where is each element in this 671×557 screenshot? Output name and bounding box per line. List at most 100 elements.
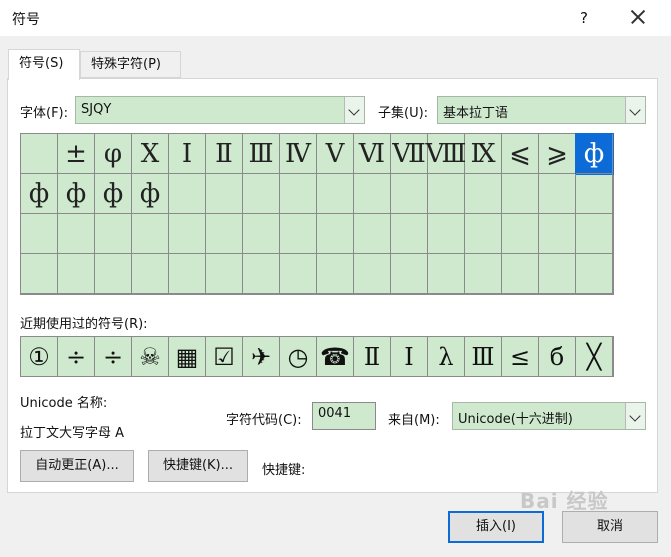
symbol-cell[interactable]: [576, 174, 613, 214]
symbol-cell[interactable]: [354, 214, 391, 254]
symbol-cell[interactable]: Ⅹ: [132, 134, 169, 174]
symbol-cell[interactable]: [465, 214, 502, 254]
symbol-cell[interactable]: Ⅸ: [465, 134, 502, 174]
symbol-cell[interactable]: Ⅱ: [206, 134, 243, 174]
symbol-cell[interactable]: [206, 214, 243, 254]
recent-symbol-cell[interactable]: ≤: [502, 337, 539, 376]
recent-symbol-cell[interactable]: ◷: [280, 337, 317, 376]
recent-symbol-cell[interactable]: ①: [21, 337, 58, 376]
close-icon[interactable]: [626, 5, 650, 29]
symbol-cell[interactable]: [317, 174, 354, 214]
font-value: SJQY: [81, 102, 112, 117]
symbol-cell[interactable]: [428, 254, 465, 294]
symbol-cell[interactable]: [280, 214, 317, 254]
symbol-cell[interactable]: [243, 214, 280, 254]
symbol-cell[interactable]: Ⅷ: [426, 134, 466, 174]
symbol-cell[interactable]: [21, 254, 58, 294]
symbol-cell[interactable]: [502, 254, 539, 294]
char-code-input[interactable]: 0041: [312, 402, 376, 430]
symbol-cell[interactable]: ⩽: [502, 134, 539, 174]
chevron-down-icon[interactable]: [625, 403, 645, 429]
unicode-name-value: 拉丁文大写字母 A: [20, 426, 125, 441]
font-dropdown[interactable]: SJQY: [75, 96, 365, 124]
symbol-cell[interactable]: [391, 174, 428, 214]
symbol-cell[interactable]: [280, 174, 317, 214]
cancel-button[interactable]: 取消: [562, 511, 658, 543]
autocorrect-button[interactable]: 自动更正(A)...: [20, 450, 134, 482]
symbol-cell[interactable]: [502, 214, 539, 254]
symbol-cell[interactable]: [21, 134, 58, 174]
tab-special-characters[interactable]: 特殊字符(P): [80, 51, 181, 78]
recent-symbol-cell[interactable]: Ⅱ: [354, 337, 391, 376]
symbol-cell[interactable]: ⩾: [539, 134, 576, 174]
symbol-cell[interactable]: ±: [58, 134, 95, 174]
shortcut-key-button[interactable]: 快捷键(K)...: [148, 450, 248, 482]
symbol-cell[interactable]: Ⅳ: [280, 134, 317, 174]
recent-symbol-cell[interactable]: ╳: [576, 337, 613, 376]
symbol-cell[interactable]: [132, 254, 169, 294]
symbol-cell[interactable]: ф: [575, 133, 614, 175]
symbol-cell[interactable]: [169, 214, 206, 254]
symbol-cell[interactable]: [391, 214, 428, 254]
symbol-grid[interactable]: ± φ Ⅹ Ⅰ Ⅱ Ⅲ Ⅳ Ⅴ Ⅵ Ⅶ Ⅷ Ⅸ ⩽ ⩾ ф ф ф ф ф: [20, 133, 614, 295]
recent-symbol-cell[interactable]: ÷: [58, 337, 95, 376]
symbol-cell[interactable]: [58, 254, 95, 294]
symbol-cell[interactable]: [132, 214, 169, 254]
symbol-cell[interactable]: [502, 174, 539, 214]
recent-symbol-cell[interactable]: ☠: [132, 337, 169, 376]
recent-symbols[interactable]: ① ÷ ÷ ☠ ▦ ☑ ✈ ◷ ☎ Ⅱ Ⅰλ Ⅲ ≤ б ╳: [20, 336, 614, 377]
recent-symbol-cell[interactable]: ÷: [95, 337, 132, 376]
chevron-down-icon[interactable]: [344, 97, 364, 123]
symbol-cell[interactable]: [428, 174, 465, 214]
symbol-cell[interactable]: [539, 254, 576, 294]
symbol-cell[interactable]: [354, 174, 391, 214]
symbol-cell[interactable]: [576, 214, 613, 254]
symbol-cell[interactable]: [169, 254, 206, 294]
insert-button[interactable]: 插入(I): [448, 511, 544, 543]
symbol-cell[interactable]: [21, 214, 58, 254]
symbol-cell[interactable]: [58, 214, 95, 254]
symbol-cell[interactable]: ф: [58, 174, 95, 214]
help-button[interactable]: ?: [572, 7, 596, 29]
symbol-cell[interactable]: [354, 254, 391, 294]
symbol-cell[interactable]: ф: [95, 174, 132, 214]
symbol-cell[interactable]: [576, 254, 613, 294]
shortcut-label: 快捷键:: [262, 463, 306, 478]
symbol-cell[interactable]: [95, 214, 132, 254]
recent-symbol-cell[interactable]: б: [539, 337, 576, 376]
recent-symbol-cell[interactable]: ✈: [243, 337, 280, 376]
symbol-cell[interactable]: Ⅴ: [317, 134, 354, 174]
recent-symbol-cell[interactable]: ☑: [206, 337, 243, 376]
symbol-cell[interactable]: [95, 254, 132, 294]
symbol-cell[interactable]: [243, 254, 280, 294]
symbol-cell[interactable]: [169, 174, 206, 214]
symbol-cell[interactable]: [206, 254, 243, 294]
symbol-cell[interactable]: ф: [132, 174, 169, 214]
subset-dropdown[interactable]: 基本拉丁语: [437, 96, 646, 124]
symbol-cell[interactable]: [539, 214, 576, 254]
symbol-cell[interactable]: [280, 254, 317, 294]
symbol-cell[interactable]: [391, 254, 428, 294]
symbol-cell[interactable]: [428, 214, 465, 254]
symbol-cell[interactable]: [539, 174, 576, 214]
recent-symbol-cell[interactable]: ☎: [317, 337, 354, 376]
symbol-cell[interactable]: Ⅶ: [391, 134, 428, 174]
symbol-cell[interactable]: [465, 254, 502, 294]
from-dropdown[interactable]: Unicode(十六进制): [452, 402, 646, 430]
symbol-cell[interactable]: φ: [95, 134, 132, 174]
recent-symbol-cell[interactable]: Ⅰ: [391, 337, 428, 376]
symbol-cell[interactable]: [317, 254, 354, 294]
symbol-cell[interactable]: ф: [21, 174, 58, 214]
symbol-cell[interactable]: [206, 174, 243, 214]
symbol-cell[interactable]: [243, 174, 280, 214]
symbol-cell[interactable]: Ⅵ: [354, 134, 391, 174]
tab-symbols[interactable]: 符号(S): [8, 49, 80, 80]
chevron-down-icon[interactable]: [625, 97, 645, 123]
recent-symbol-cell[interactable]: Ⅲ: [465, 337, 502, 376]
recent-symbol-cell[interactable]: ▦: [169, 337, 206, 376]
symbol-cell[interactable]: [317, 214, 354, 254]
symbol-cell[interactable]: Ⅰ: [169, 134, 206, 174]
symbol-cell[interactable]: Ⅲ: [243, 134, 280, 174]
recent-symbol-cell[interactable]: λ: [428, 337, 465, 376]
symbol-cell[interactable]: [465, 174, 502, 214]
